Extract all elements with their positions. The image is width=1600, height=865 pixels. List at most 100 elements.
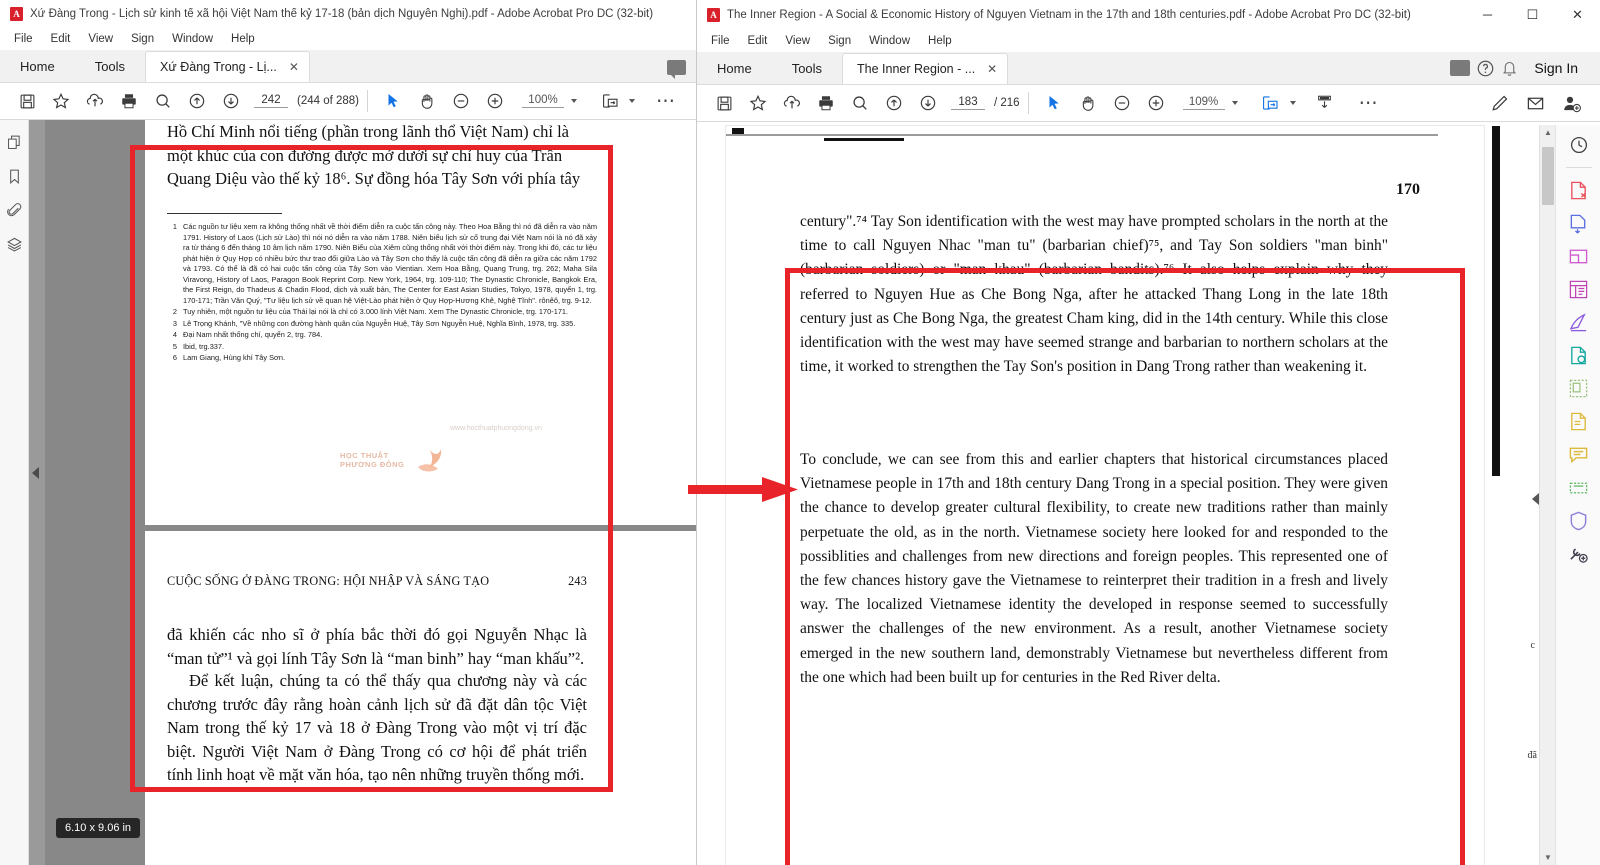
- menu-item-sign[interactable]: Sign: [820, 33, 859, 49]
- star-icon[interactable]: [741, 88, 775, 118]
- attachments-icon[interactable]: [4, 200, 24, 220]
- minimize-button[interactable]: ─: [1465, 0, 1510, 30]
- watermark-logo: HỌC THUẬT PHƯƠNG ĐÔNG: [340, 445, 444, 475]
- zoom-in-icon[interactable]: [478, 86, 512, 116]
- menu-item-help[interactable]: Help: [223, 31, 263, 47]
- edit-pdf-icon[interactable]: [1482, 88, 1516, 118]
- tab-home[interactable]: Home: [0, 52, 75, 82]
- notifications-icon[interactable]: [1501, 59, 1518, 77]
- scan-gutter-black: [1492, 126, 1500, 476]
- previous-page-icon[interactable]: [180, 86, 214, 116]
- measure-icon[interactable]: [1567, 475, 1591, 499]
- chevron-down-icon[interactable]: [1231, 101, 1238, 105]
- save-icon[interactable]: [10, 86, 44, 116]
- combine-files-icon[interactable]: [1567, 376, 1591, 400]
- star-icon[interactable]: [44, 86, 78, 116]
- edit-pdf-icon[interactable]: [1567, 244, 1591, 268]
- menu-item-file[interactable]: File: [703, 33, 738, 49]
- export-pdf-icon[interactable]: [1567, 178, 1591, 202]
- hand-tool-icon[interactable]: [1071, 88, 1105, 118]
- protect-pdf-icon[interactable]: [1567, 343, 1591, 367]
- close-icon[interactable]: ✕: [987, 62, 997, 76]
- select-tool-icon[interactable]: [1037, 88, 1071, 118]
- menu-item-window[interactable]: Window: [861, 33, 918, 49]
- select-tool-icon[interactable]: [376, 86, 410, 116]
- page-fit-icon[interactable]: [593, 86, 627, 116]
- bookmarks-icon[interactable]: [4, 166, 24, 186]
- close-button[interactable]: ✕: [1555, 0, 1600, 30]
- scroll-mode-icon[interactable]: [1308, 88, 1342, 118]
- search-icon[interactable]: [843, 88, 877, 118]
- hand-tool-icon[interactable]: [410, 86, 444, 116]
- layers-icon[interactable]: [4, 234, 24, 254]
- page-thumbnails-icon[interactable]: [4, 132, 24, 152]
- organize-pages-icon[interactable]: [1567, 277, 1591, 301]
- page-number-input[interactable]: 242: [254, 94, 288, 108]
- page-fit-chevron-icon[interactable]: [1289, 101, 1296, 105]
- menu-item-window[interactable]: Window: [164, 31, 221, 47]
- menu-item-view[interactable]: View: [777, 33, 818, 49]
- close-icon[interactable]: ✕: [289, 60, 299, 74]
- scroll-up-arrow-icon[interactable]: ▲: [1544, 128, 1552, 137]
- email-icon[interactable]: [1518, 88, 1552, 118]
- menu-item-view[interactable]: View: [80, 31, 121, 47]
- tab-tools[interactable]: Tools: [772, 54, 842, 84]
- share-user-icon[interactable]: [1554, 88, 1588, 118]
- comment-icon[interactable]: [667, 60, 686, 79]
- upload-icon[interactable]: [775, 88, 809, 118]
- scroll-down-arrow-icon[interactable]: ▼: [1544, 853, 1552, 862]
- scrollbar-thumb[interactable]: [1542, 147, 1554, 205]
- watermark-logo-line1: HỌC THUẬT: [340, 450, 389, 460]
- menu-item-edit[interactable]: Edit: [43, 31, 79, 47]
- maximize-button[interactable]: ☐: [1510, 0, 1555, 30]
- page-count-label: / 216: [994, 97, 1020, 109]
- upload-icon[interactable]: [78, 86, 112, 116]
- zoom-in-icon[interactable]: [1139, 88, 1173, 118]
- page-number-input[interactable]: 183: [951, 96, 985, 110]
- previous-page-icon[interactable]: [877, 88, 911, 118]
- comment-icon[interactable]: [1450, 60, 1471, 76]
- fill-sign-icon[interactable]: [1567, 310, 1591, 334]
- page-fit-icon[interactable]: [1254, 88, 1288, 118]
- watermark-logo-line2: PHƯƠNG ĐÔNG: [340, 460, 405, 469]
- tab-tools[interactable]: Tools: [75, 52, 145, 82]
- left-document-viewport[interactable]: Hồ Chí Minh nổi tiếng (phần trong lãnh t…: [45, 120, 696, 865]
- left-window-title: Xứ Đàng Trong - Lịch sử kinh tế xã hội V…: [30, 7, 654, 20]
- menu-item-help[interactable]: Help: [920, 33, 960, 49]
- sign-in-button[interactable]: Sign In: [1524, 56, 1588, 80]
- help-icon[interactable]: [1476, 59, 1495, 78]
- zoom-level-input[interactable]: 109%: [1173, 88, 1242, 118]
- next-page-icon[interactable]: [214, 86, 248, 116]
- zoom-out-icon[interactable]: [444, 86, 478, 116]
- more-tools-icon[interactable]: ⋯: [1352, 88, 1386, 118]
- tab-home[interactable]: Home: [697, 54, 772, 84]
- menu-item-sign[interactable]: Sign: [123, 31, 162, 47]
- chevron-down-icon[interactable]: [571, 99, 578, 103]
- collapse-pane-icon[interactable]: [32, 467, 39, 479]
- zoom-level-input[interactable]: 100%: [512, 86, 581, 116]
- menu-item-file[interactable]: File: [6, 31, 41, 47]
- create-pdf-icon[interactable]: [1567, 211, 1591, 235]
- right-vertical-scrollbar[interactable]: ▲ ▼: [1539, 125, 1555, 865]
- menu-item-edit[interactable]: Edit: [740, 33, 776, 49]
- more-tools-add-icon[interactable]: [1567, 541, 1591, 565]
- print-icon[interactable]: [809, 88, 843, 118]
- page-fit-chevron-icon[interactable]: [629, 99, 636, 103]
- print-icon[interactable]: [112, 86, 146, 116]
- next-page-icon[interactable]: [911, 88, 945, 118]
- comment-icon[interactable]: [1567, 442, 1591, 466]
- lotus-flame-icon: [418, 447, 442, 472]
- history-icon[interactable]: [1567, 133, 1591, 157]
- tab-document-left[interactable]: Xứ Đàng Trong - Lị... ✕: [145, 51, 310, 82]
- protect-icon[interactable]: [1567, 508, 1591, 532]
- zoom-out-icon[interactable]: [1105, 88, 1139, 118]
- save-icon[interactable]: [707, 88, 741, 118]
- search-icon[interactable]: [146, 86, 180, 116]
- left-acrobat-window: A Xứ Đàng Trong - Lịch sử kinh tế xã hội…: [0, 0, 696, 865]
- more-tools-icon[interactable]: ⋯: [649, 86, 683, 116]
- tab-document-right[interactable]: The Inner Region - ... ✕: [842, 53, 1009, 84]
- right-document-viewport[interactable]: 170 century".⁷⁴ Tay Son identification w…: [697, 125, 1539, 865]
- stamp-icon[interactable]: [1567, 409, 1591, 433]
- left-running-head: CUỘC SỐNG Ở ĐÀNG TRONG: HỘI NHẬP VÀ SÁNG…: [167, 574, 587, 589]
- collapse-right-pane-icon[interactable]: [1532, 493, 1539, 505]
